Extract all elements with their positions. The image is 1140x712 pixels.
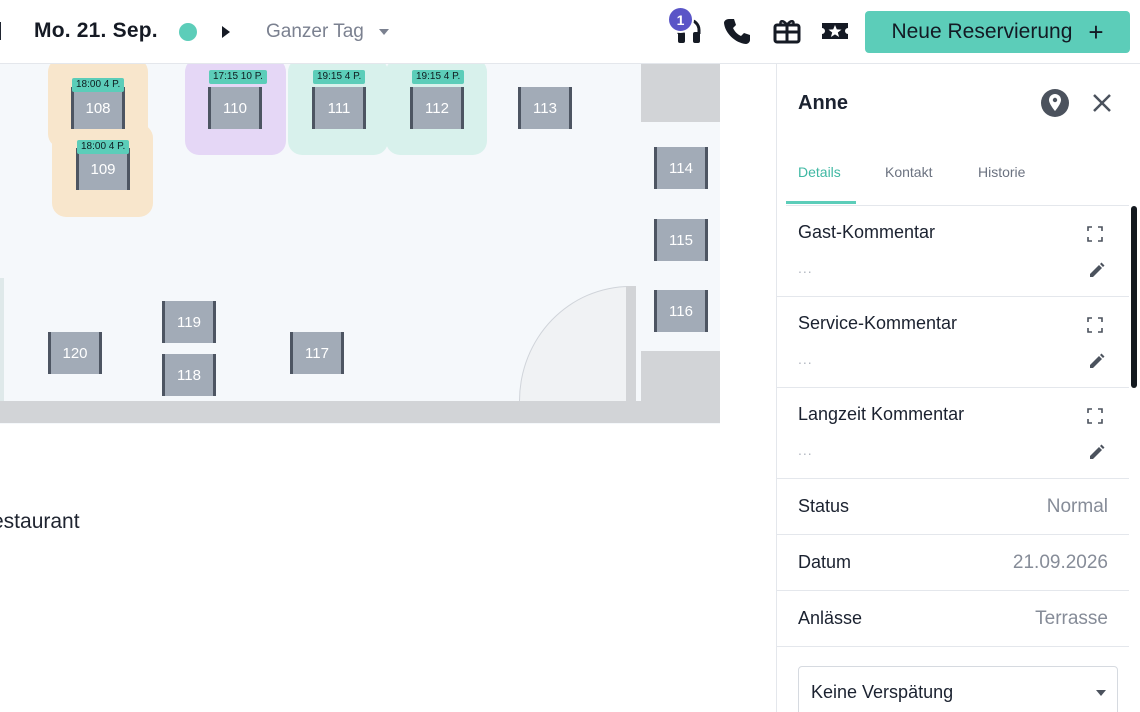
floor-plan[interactable]: 108 18:00 4 P. 109 18:00 4 P. 110 17:15 … (0, 64, 776, 712)
reservation-tag[interactable]: 18:00 4 P. (77, 140, 130, 154)
table-number: 115 (669, 231, 693, 249)
row-label: Anlässe (798, 608, 863, 628)
new-reservation-button[interactable]: Neue Reservierung + (865, 11, 1130, 53)
expand-icon[interactable] (1087, 226, 1103, 242)
table-number: 114 (669, 159, 693, 177)
gift-card-button[interactable] (770, 14, 804, 48)
date-label[interactable]: Mo. 21. Sep. (34, 19, 158, 43)
longterm-comment-section: Langzeit Kommentar ... (777, 388, 1129, 479)
reservation-tag[interactable]: 18:00 4 P. (72, 78, 125, 92)
room-label[interactable]: estaurant (0, 510, 80, 534)
menu-edge[interactable] (0, 22, 1, 40)
table-116[interactable]: 116 (654, 290, 708, 332)
comment-value[interactable]: ... (798, 351, 813, 367)
table-115[interactable]: 115 (654, 219, 708, 261)
play-icon (222, 26, 230, 38)
plus-icon: + (1088, 17, 1104, 47)
ticket-star-icon (822, 23, 848, 39)
row-label: Datum (798, 552, 852, 572)
table-114[interactable]: 114 (654, 147, 708, 189)
ticket-button[interactable] (818, 14, 852, 48)
table-number: 120 (62, 344, 88, 362)
period-select-label: Ganzer Tag (266, 21, 364, 42)
notification-badge[interactable]: 1 (667, 6, 694, 33)
new-reservation-label: Neue Reservierung (891, 20, 1073, 43)
section-title: Gast-Kommentar (798, 222, 936, 242)
table-110[interactable]: 110 (208, 87, 262, 129)
reservation-tag[interactable]: 19:15 4 P. (412, 70, 465, 84)
chevron-down-icon (378, 29, 389, 35)
pencil-icon[interactable] (1087, 260, 1107, 280)
comment-value[interactable]: ... (798, 260, 813, 276)
pencil-icon[interactable] (1087, 351, 1107, 371)
status-row[interactable]: Status Normal (777, 479, 1129, 535)
next-day-button[interactable] (218, 22, 234, 42)
section-title: Langzeit Kommentar (798, 404, 965, 424)
tab-details[interactable]: Details (786, 164, 856, 204)
top-bar: Mo. 21. Sep. Ganzer Tag 1 Neue Reservier… (0, 0, 1140, 64)
wall-block-bottom (641, 351, 720, 401)
table-number: 118 (177, 366, 201, 384)
expand-icon[interactable] (1087, 408, 1103, 424)
wall-bottom (0, 401, 720, 423)
phone-button[interactable] (720, 14, 754, 48)
table-111[interactable]: 111 (312, 87, 366, 129)
table-number: 117 (305, 344, 329, 362)
guest-comment-section: Gast-Kommentar ... (777, 206, 1129, 297)
table-112[interactable]: 112 (410, 87, 464, 129)
details-scroll-area[interactable]: Gast-Kommentar ... Service-Kommentar ...… (777, 206, 1140, 712)
location-pin-icon (1041, 89, 1069, 117)
table-number: 112 (425, 99, 449, 117)
table-113[interactable]: 113 (518, 87, 572, 129)
table-number: 116 (669, 302, 693, 320)
section-title: Service-Kommentar (798, 313, 958, 333)
chevron-down-icon (1096, 690, 1106, 696)
row-label: Status (798, 496, 850, 516)
table-number: 111 (327, 99, 351, 117)
row-value: Normal (1046, 496, 1108, 517)
wall-block-top (641, 64, 720, 122)
close-icon (1093, 94, 1111, 112)
gift-card-icon (773, 20, 801, 44)
table-number: 119 (177, 313, 201, 331)
comment-value[interactable]: ... (798, 442, 813, 458)
close-button[interactable] (1089, 90, 1115, 116)
location-pin-button[interactable] (1040, 88, 1070, 118)
delay-select-label: Keine Verspätung (811, 682, 954, 702)
table-number: 109 (90, 160, 116, 178)
table-number: 108 (85, 99, 111, 117)
table-number: 113 (533, 99, 557, 117)
occasion-row[interactable]: Anlässe Terrasse (777, 591, 1129, 647)
scrollbar[interactable] (1131, 206, 1137, 388)
table-117[interactable]: 117 (290, 332, 344, 374)
panel-tabs: Details Kontakt Historie (786, 154, 1129, 206)
row-value: Terrasse (1035, 608, 1108, 629)
date-row[interactable]: Datum 21.09.2026 (777, 535, 1129, 591)
tab-historie[interactable]: Historie (966, 164, 1037, 204)
reservation-tag[interactable]: 19:15 4 P. (313, 70, 366, 84)
table-108[interactable]: 108 (71, 87, 125, 129)
table-109[interactable]: 109 (76, 148, 130, 190)
guest-name: Anne (798, 92, 848, 114)
table-120[interactable]: 120 (48, 332, 102, 374)
delay-select[interactable]: Keine Verspätung (798, 666, 1118, 712)
partial-table-edge (0, 278, 4, 402)
expand-icon[interactable] (1087, 317, 1103, 333)
service-comment-section: Service-Kommentar ... (777, 297, 1129, 388)
status-dot (179, 23, 197, 41)
phone-icon (724, 19, 750, 44)
reservation-details-panel: Anne Details Kontakt Historie Gast-Komme… (776, 64, 1140, 712)
reservation-tag[interactable]: 17:15 10 P. (209, 70, 267, 84)
door-post (626, 286, 636, 401)
tab-kontakt[interactable]: Kontakt (873, 164, 944, 204)
table-number: 110 (223, 99, 247, 117)
row-value: 21.09.2026 (1012, 552, 1108, 573)
table-119[interactable]: 119 (162, 301, 216, 343)
table-118[interactable]: 118 (162, 354, 216, 396)
pencil-icon[interactable] (1087, 442, 1107, 462)
period-select[interactable]: Ganzer Tag (266, 20, 390, 44)
